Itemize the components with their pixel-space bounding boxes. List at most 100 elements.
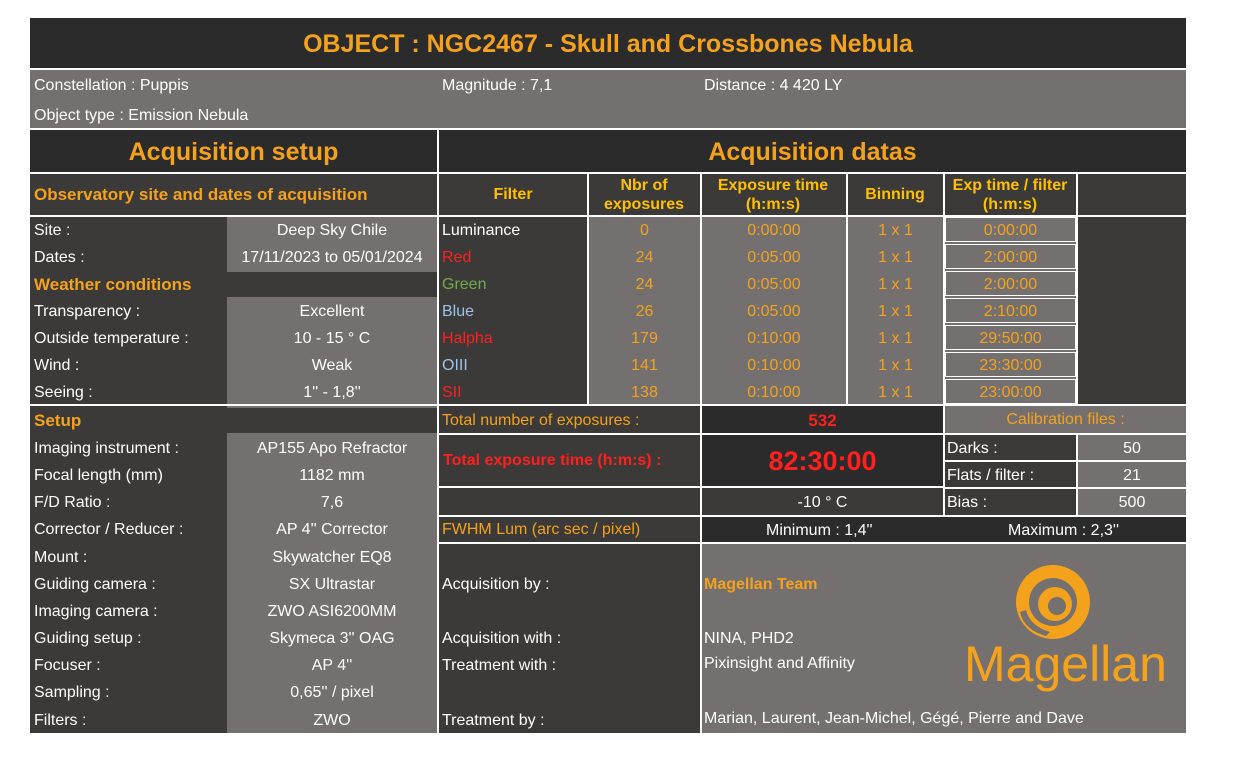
setup-header: Setup [30,408,437,433]
setup-label: Guiding setup : [34,630,142,647]
distance-text: Distance : 4 420 LY [704,77,843,94]
fwhm-label-cell: FWHM Lum (arc sec / pixel) [439,517,700,542]
exposure-count: 138 [631,384,658,401]
setup-label: Filters : [34,712,87,729]
right-edge-bg [1078,174,1186,404]
setup-value: Skymeca 3'' OAG [269,630,395,647]
filter-name: Luminance [442,222,521,239]
magellan-logo: Magellan [960,560,1167,700]
seeing-label: Seeing : [34,384,93,401]
exp-filter-total: 2:10:00 [983,303,1038,320]
total-exposures-label-cell: Total number of exposures : [439,406,700,433]
exposure-time: 0:10:00 [747,357,801,374]
setup-value: 1182 mm [299,467,365,484]
exp-filter-total: 29:50:00 [979,330,1042,347]
wind-value: Weak [311,357,353,374]
exposure-time: 0:05:00 [747,303,801,320]
setup-label: Focal length (mm) [34,467,163,484]
setup-value: Skywatcher EQ8 [272,549,392,566]
exp-filter-column-header: Exp time / filter (h:m:s) [952,177,1068,213]
total-time-value-cell: 82:30:00 [702,435,943,486]
total-exposures-label: Total number of exposures : [442,412,640,429]
setup-value: SX Ultrastar [288,576,376,593]
dates-label: Dates : [34,249,85,266]
exp-filter-total: 2:00:00 [983,276,1038,293]
magnitude-text: Magnitude : 7,1 [442,77,553,94]
binning-value: 1 x 1 [878,303,913,320]
weather-header: Weather conditions [30,272,437,297]
transparency-label: Transparency : [34,303,141,320]
exp-filter-total: 23:00:00 [979,384,1042,401]
exposure-time: 0:00:00 [747,222,801,239]
binning-value: 1 x 1 [878,384,913,401]
binning-value: 1 x 1 [878,330,913,347]
exposure-count: 24 [635,249,654,266]
filter-name: OIII [442,357,468,374]
setup-value: 0,65'' / pixel [290,684,374,701]
calibration-label: Bias : [947,494,988,511]
treatment-by-label: Treatment by : [442,712,545,729]
filter-column-header: Filter [493,186,533,203]
setup-label: Mount : [34,549,88,566]
filter-name: Blue [442,303,475,320]
total-time-label: Total exposure time (h:m:s) : [443,452,662,469]
total-time-label-cell: Total exposure time (h:m:s) : [439,435,700,486]
treatment-with-value: Pixinsight and Affinity [704,655,855,672]
acquisition-datas-title: Acquisition datas [708,138,917,166]
object-type-text: Object type : Emission Nebula [34,107,249,124]
setup-label: Sampling : [34,684,110,701]
calibration-header: Calibration files : [1006,411,1125,428]
nbr-column-header: Nbr of exposures [603,177,685,213]
exposure-time: 0:10:00 [747,384,801,401]
constellation-text: Constellation : Puppis [34,77,189,94]
setup-value: AP 4'' [311,657,353,674]
site-label: Site : [34,222,71,239]
calibration-value: 50 [1123,440,1141,457]
exposure-count: 0 [640,222,649,239]
site-header-text: Observatory site and dates of acquisitio… [34,185,368,204]
temperature-value: 10 - 15 ° C [293,330,371,347]
calibration-value: 21 [1123,467,1141,484]
setup-value: ZWO [313,712,351,729]
site-header: Observatory site and dates of acquisitio… [30,174,437,215]
setup-label: F/D Ratio : [34,494,111,511]
total-exposures-value-cell: 532 [702,406,943,433]
acquisition-setup-header: Acquisition setup [30,130,437,172]
seeing-value: 1'' - 1,8'' [303,384,361,401]
acquisition-datas-header: Acquisition datas [439,130,1186,172]
wind-label: Wind : [34,357,80,374]
exposure-count: 24 [635,276,654,293]
exposure-column-header: Exposure time (h:m:s) [717,177,829,213]
exposure-time: 0:10:00 [747,330,801,347]
filter-name: SII [442,384,462,401]
exposure-count: 26 [635,303,654,320]
calibration-label: Darks : [947,440,998,457]
acquisition-by-value: Magellan Team [704,576,818,593]
treatment-by-value: Marian, Laurent, Jean-Michel, Gégé, Pier… [704,710,1084,727]
exposure-time: 0:05:00 [747,249,801,266]
temperature-empty-cell [439,488,700,515]
acquisition-by-label: Acquisition by : [442,576,550,593]
site-value: Deep Sky Chile [276,222,388,239]
setup-label: Corrector / Reducer : [34,521,184,538]
setup-label: Imaging instrument : [34,440,179,457]
setup-value: 7,6 [320,494,344,511]
weather-header-text: Weather conditions [34,275,192,294]
calibration-value: 500 [1118,494,1146,511]
page-title: OBJECT : NGC2467 - Skull and Crossbones … [303,30,913,58]
setup-label: Guiding camera : [34,576,156,593]
calibration-header-cell: Calibration files : [945,406,1186,433]
camera-temperature: -10 ° C [797,494,848,511]
calibration-label: Flats / filter : [947,467,1035,484]
dates-value: 17/11/2023 to 05/01/2024 [241,249,423,266]
exp-filter-total: 0:00:00 [983,222,1038,239]
total-time-value: 82:30:00 [768,446,877,476]
acquisition-with-value: NINA, PHD2 [704,630,794,647]
setup-label: Imaging camera : [34,603,158,620]
setup-value: AP155 Apo Refractor [256,440,408,457]
binning-value: 1 x 1 [878,357,913,374]
binning-value: 1 x 1 [878,249,913,266]
temperature-label: Outside temperature : [34,330,189,347]
fwhm-min: Minimum : 1,4'' [766,522,873,539]
exposure-time: 0:05:00 [747,276,801,293]
